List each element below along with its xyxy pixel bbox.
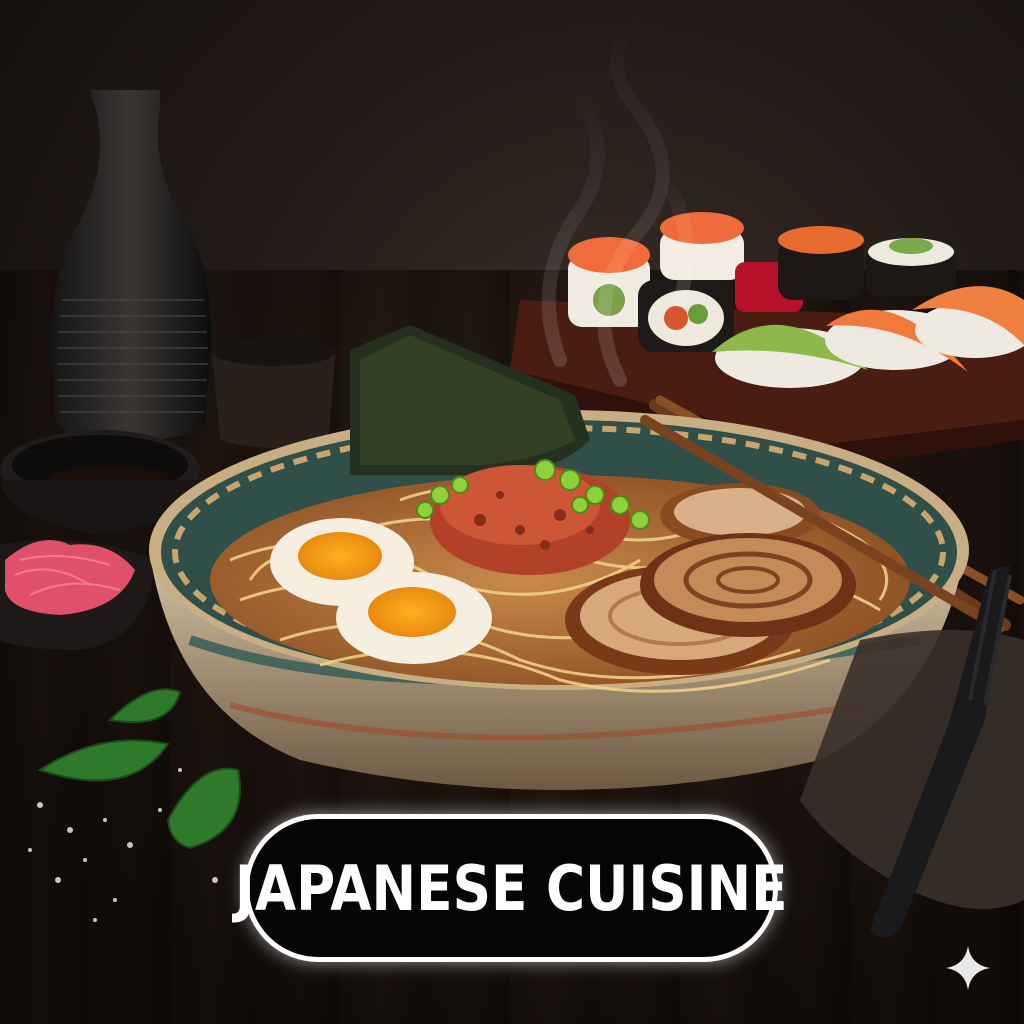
food-photo-scene: JAPANESE CUISINE [0, 0, 1024, 1024]
sake-bottle [51, 90, 211, 440]
basil-leaves [37, 688, 241, 850]
sparkle-icon [946, 946, 990, 990]
title-badge: JAPANESE CUISINE [235, 814, 787, 962]
sake-cup [212, 338, 336, 448]
title-text: JAPANESE CUISINE [234, 851, 788, 925]
soft-boiled-egg-right [336, 572, 492, 664]
pickled-ginger-dish [0, 540, 155, 650]
